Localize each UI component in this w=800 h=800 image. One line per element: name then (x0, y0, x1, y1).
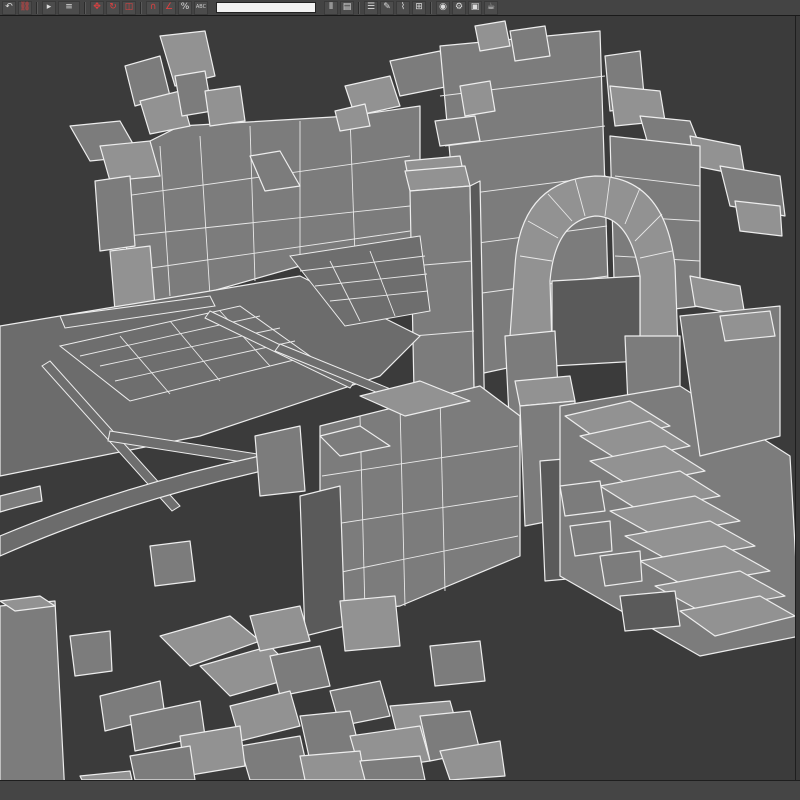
select-by-name-icon[interactable]: ≡ (58, 0, 80, 15)
angle-snap-icon[interactable]: ∠ (162, 0, 176, 15)
named-selection-set-input[interactable] (216, 2, 316, 13)
main-toolbar: ↶ ⛓ ▸ ≡ ✥ ↻ ◫ ∩ ∠ % ABC ⫴ ▤ ☰ ✎ ⌇ ⊞ ◉ ⚙ … (0, 0, 800, 16)
render-production-icon[interactable]: ☕ (484, 0, 498, 15)
graphite-tools-icon[interactable]: ✎ (380, 0, 394, 15)
viewport-frame-right (796, 16, 800, 780)
render-frame-icon[interactable]: ▣ (468, 0, 482, 15)
select-scale-icon[interactable]: ◫ (122, 0, 136, 15)
toolbar-separator (84, 1, 86, 14)
status-bar (0, 780, 800, 800)
snap-toggle-icon[interactable]: ∩ (146, 0, 160, 15)
ruins-wireframe-scene (0, 16, 800, 780)
3d-editor-window: ↶ ⛓ ▸ ≡ ✥ ↻ ◫ ∩ ∠ % ABC ⫴ ▤ ☰ ✎ ⌇ ⊞ ◉ ⚙ … (0, 0, 800, 800)
curve-editor-icon[interactable]: ⌇ (396, 0, 410, 15)
select-rotate-icon[interactable]: ↻ (106, 0, 120, 15)
curved-beam (0, 455, 263, 557)
toolbar-separator (430, 1, 432, 14)
perspective-viewport[interactable] (0, 16, 800, 780)
toolbar-separator (140, 1, 142, 14)
mirror-icon[interactable]: ⫴ (324, 0, 338, 15)
align-icon[interactable]: ▤ (340, 0, 354, 15)
material-editor-icon[interactable]: ◉ (436, 0, 450, 15)
abc-edit-button[interactable]: ABC (194, 0, 208, 15)
toolbar-separator (36, 1, 38, 14)
select-object-icon[interactable]: ▸ (42, 0, 56, 15)
select-move-icon[interactable]: ✥ (90, 0, 104, 15)
toolbar-separator (358, 1, 360, 14)
schematic-view-icon[interactable]: ⊞ (412, 0, 426, 15)
undo-icon[interactable]: ↶ (2, 0, 16, 15)
link-icon[interactable]: ⛓ (18, 0, 32, 15)
render-setup-icon[interactable]: ⚙ (452, 0, 466, 15)
percent-snap-icon[interactable]: % (178, 0, 192, 15)
layer-manager-icon[interactable]: ☰ (364, 0, 378, 15)
